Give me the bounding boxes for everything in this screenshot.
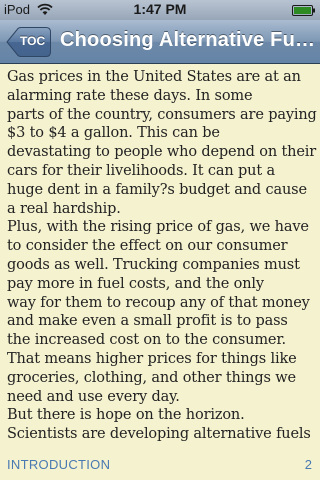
navigation-bar: TOC Choosing Alternative Fu… bbox=[0, 20, 320, 64]
text-line: But there is hope on the horizon. bbox=[7, 407, 245, 424]
text-line: way for them to recoup any of that money bbox=[7, 294, 310, 311]
text-line: Gas prices in the United States are at a… bbox=[7, 69, 301, 85]
text-line: pay more in fuel costs, and the only bbox=[7, 275, 264, 292]
text-line: and make even a small profit is to pass bbox=[7, 313, 288, 330]
toc-back-button[interactable]: TOC bbox=[6, 27, 51, 57]
toc-back-label: TOC bbox=[20, 34, 46, 48]
text-line: a real hardship. bbox=[7, 200, 121, 217]
text-line: Scientists are developing alternative fu… bbox=[7, 426, 311, 443]
text-line: goods as well. Trucking companies must bbox=[7, 256, 300, 273]
text-line: the increased cost on to the consumer. bbox=[7, 332, 286, 349]
text-line: huge dent in a family?s budget and cause bbox=[7, 181, 307, 198]
battery-icon bbox=[292, 4, 316, 16]
status-time: 1:47 PM bbox=[133, 1, 187, 17]
text-line: $3 to $4 a gallon. This can be bbox=[7, 125, 220, 142]
text-line: That means higher prices for things like bbox=[7, 350, 297, 367]
status-bar: iPod 1:47 PM bbox=[0, 0, 320, 20]
text-line: devastating to people who depend on thei… bbox=[7, 144, 317, 161]
text-line: to consider the effect on our consumer bbox=[7, 238, 288, 255]
text-line: Plus, with the rising price of gas, we h… bbox=[7, 219, 309, 236]
page-title: Choosing Alternative Fu… bbox=[60, 29, 316, 51]
text-line: need and use every day. bbox=[7, 388, 180, 405]
page-footer: INTRODUCTION 2 bbox=[0, 450, 320, 480]
text-line: groceries, clothing, and other things we bbox=[7, 369, 296, 386]
text-line: parts of the country, consumers are payi… bbox=[7, 106, 317, 123]
section-name[interactable]: INTRODUCTION bbox=[7, 457, 110, 472]
text-line: alarming rate these days. In some bbox=[7, 87, 253, 104]
book-text: Gas prices in the United States are at a… bbox=[7, 68, 317, 444]
page-number: 2 bbox=[304, 457, 312, 472]
text-line: cars for their livelihoods. It can put a bbox=[7, 162, 275, 179]
